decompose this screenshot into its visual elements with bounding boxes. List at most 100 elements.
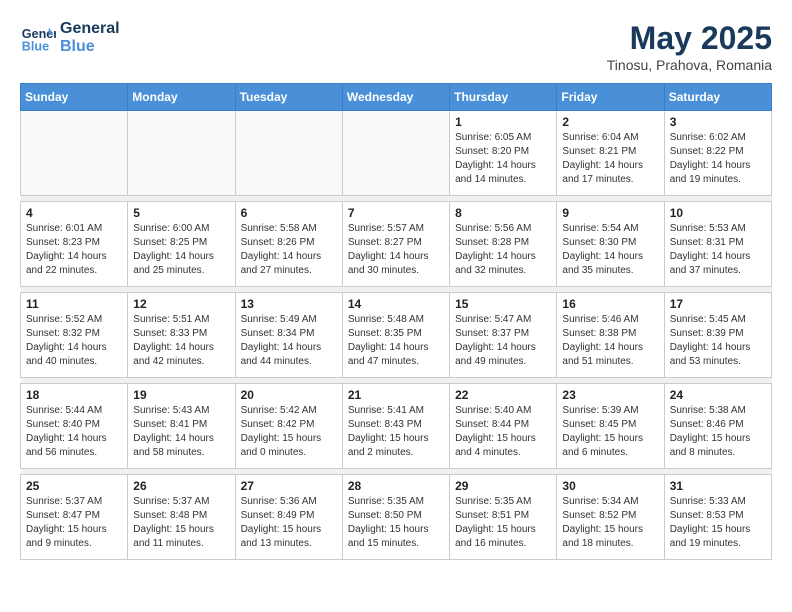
title-block: May 2025 Tinosu, Prahova, Romania — [607, 20, 772, 73]
calendar-cell: 17Sunrise: 5:45 AM Sunset: 8:39 PM Dayli… — [664, 293, 771, 378]
weekday-header-saturday: Saturday — [664, 84, 771, 111]
calendar-cell: 11 Sunrise: 5:52 AM Sunset: 8:32 PM Dayli… — [21, 293, 128, 378]
day-info: Sunrise: 5:33 AM Sunset: 8:53 PM Dayligh… — [670, 495, 766, 551]
logo-line1: General — [60, 20, 120, 38]
weekday-header-tuesday: Tuesday — [235, 84, 342, 111]
day-info: Sunrise: 5:37 AM Sunset: 8:47 PM Dayligh… — [26, 495, 122, 551]
day-number: 4 — [26, 206, 122, 220]
logo: General Blue General Blue — [20, 20, 120, 56]
weekday-header-sunday: Sunday — [21, 84, 128, 111]
day-info: Sunrise: 5:36 AM Sunset: 8:49 PM Dayligh… — [241, 495, 337, 551]
day-info: Sunrise: 6:05 AM Sunset: 8:20 PM Dayligh… — [455, 131, 551, 187]
calendar-cell: 18 Sunrise: 5:44 AM Sunset: 8:40 PM Dayli… — [21, 384, 128, 469]
day-info: Sunrise: 5:44 AM Sunset: 8:40 PM Dayligh… — [26, 404, 122, 460]
calendar-cell: 10Sunrise: 5:53 AM Sunset: 8:31 PM Dayli… — [664, 202, 771, 287]
week-row-4: 18 Sunrise: 5:44 AM Sunset: 8:40 PM Dayli… — [21, 384, 772, 469]
day-info: Sunrise: 5:54 AM Sunset: 8:30 PM Dayligh… — [562, 222, 658, 278]
calendar-cell — [128, 111, 235, 196]
day-number: 3 — [670, 115, 766, 129]
calendar-cell: 27 Sunrise: 5:36 AM Sunset: 8:49 PM Dayli… — [235, 475, 342, 560]
calendar-cell: 3 Sunrise: 6:02 AM Sunset: 8:22 PM Daylig… — [664, 111, 771, 196]
day-number: 26 — [133, 479, 229, 493]
day-info: Sunrise: 6:04 AM Sunset: 8:21 PM Dayligh… — [562, 131, 658, 187]
location: Tinosu, Prahova, Romania — [607, 57, 772, 73]
calendar-cell: 29Sunrise: 5:35 AM Sunset: 8:51 PM Dayli… — [450, 475, 557, 560]
day-number: 31 — [670, 479, 766, 493]
calendar-cell: 19 Sunrise: 5:43 AM Sunset: 8:41 PM Dayli… — [128, 384, 235, 469]
calendar-cell: 12 Sunrise: 5:51 AM Sunset: 8:33 PM Dayli… — [128, 293, 235, 378]
calendar-cell — [21, 111, 128, 196]
day-info: Sunrise: 5:37 AM Sunset: 8:48 PM Dayligh… — [133, 495, 229, 551]
calendar-cell: 31 Sunrise: 5:33 AM Sunset: 8:53 PM Dayli… — [664, 475, 771, 560]
calendar-cell: 30 Sunrise: 5:34 AM Sunset: 8:52 PM Dayli… — [557, 475, 664, 560]
day-number: 27 — [241, 479, 337, 493]
day-number: 11 — [26, 297, 122, 311]
calendar-cell: 2 Sunrise: 6:04 AM Sunset: 8:21 PM Daylig… — [557, 111, 664, 196]
day-info: Sunrise: 6:02 AM Sunset: 8:22 PM Dayligh… — [670, 131, 766, 187]
calendar-cell: 13 Sunrise: 5:49 AM Sunset: 8:34 PM Dayli… — [235, 293, 342, 378]
day-info: Sunrise: 5:35 AM Sunset: 8:50 PM Dayligh… — [348, 495, 444, 551]
day-number: 5 — [133, 206, 229, 220]
calendar-cell — [235, 111, 342, 196]
day-number: 6 — [241, 206, 337, 220]
calendar-cell: 5 Sunrise: 6:00 AM Sunset: 8:25 PM Daylig… — [128, 202, 235, 287]
day-number: 17 — [670, 297, 766, 311]
day-number: 15 — [455, 297, 551, 311]
calendar-cell: 7Sunrise: 5:57 AM Sunset: 8:27 PM Daylig… — [342, 202, 449, 287]
calendar-cell: 4 Sunrise: 6:01 AM Sunset: 8:23 PM Daylig… — [21, 202, 128, 287]
day-number: 14 — [348, 297, 444, 311]
day-number: 20 — [241, 388, 337, 402]
day-number: 25 — [26, 479, 122, 493]
day-info: Sunrise: 5:51 AM Sunset: 8:33 PM Dayligh… — [133, 313, 229, 369]
day-info: Sunrise: 5:52 AM Sunset: 8:32 PM Dayligh… — [26, 313, 122, 369]
day-info: Sunrise: 6:01 AM Sunset: 8:23 PM Dayligh… — [26, 222, 122, 278]
calendar-cell: 1 Sunrise: 6:05 AM Sunset: 8:20 PM Daylig… — [450, 111, 557, 196]
calendar-cell: 22Sunrise: 5:40 AM Sunset: 8:44 PM Dayli… — [450, 384, 557, 469]
week-row-5: 25 Sunrise: 5:37 AM Sunset: 8:47 PM Dayli… — [21, 475, 772, 560]
day-info: Sunrise: 5:56 AM Sunset: 8:28 PM Dayligh… — [455, 222, 551, 278]
day-number: 2 — [562, 115, 658, 129]
weekday-header-thursday: Thursday — [450, 84, 557, 111]
weekday-header-friday: Friday — [557, 84, 664, 111]
day-info: Sunrise: 5:48 AM Sunset: 8:35 PM Dayligh… — [348, 313, 444, 369]
weekday-header-row: SundayMondayTuesdayWednesdayThursdayFrid… — [21, 84, 772, 111]
calendar-cell: 26 Sunrise: 5:37 AM Sunset: 8:48 PM Dayli… — [128, 475, 235, 560]
day-number: 13 — [241, 297, 337, 311]
svg-text:Blue: Blue — [22, 40, 49, 54]
calendar: SundayMondayTuesdayWednesdayThursdayFrid… — [20, 83, 772, 560]
day-number: 30 — [562, 479, 658, 493]
day-info: Sunrise: 5:40 AM Sunset: 8:44 PM Dayligh… — [455, 404, 551, 460]
day-number: 24 — [670, 388, 766, 402]
calendar-cell: 8 Sunrise: 5:56 AM Sunset: 8:28 PM Daylig… — [450, 202, 557, 287]
page-header: General Blue General Blue May 2025 Tinos… — [20, 20, 772, 73]
month-year: May 2025 — [607, 20, 772, 57]
day-info: Sunrise: 5:43 AM Sunset: 8:41 PM Dayligh… — [133, 404, 229, 460]
week-row-3: 11 Sunrise: 5:52 AM Sunset: 8:32 PM Dayli… — [21, 293, 772, 378]
day-number: 8 — [455, 206, 551, 220]
calendar-cell: 28Sunrise: 5:35 AM Sunset: 8:50 PM Dayli… — [342, 475, 449, 560]
day-info: Sunrise: 6:00 AM Sunset: 8:25 PM Dayligh… — [133, 222, 229, 278]
logo-line2: Blue — [60, 38, 120, 56]
day-info: Sunrise: 5:34 AM Sunset: 8:52 PM Dayligh… — [562, 495, 658, 551]
calendar-cell: 25 Sunrise: 5:37 AM Sunset: 8:47 PM Dayli… — [21, 475, 128, 560]
day-info: Sunrise: 5:49 AM Sunset: 8:34 PM Dayligh… — [241, 313, 337, 369]
calendar-cell: 24Sunrise: 5:38 AM Sunset: 8:46 PM Dayli… — [664, 384, 771, 469]
day-number: 16 — [562, 297, 658, 311]
day-number: 12 — [133, 297, 229, 311]
calendar-cell: 6Sunrise: 5:58 AM Sunset: 8:26 PM Daylig… — [235, 202, 342, 287]
day-number: 1 — [455, 115, 551, 129]
week-row-2: 4 Sunrise: 6:01 AM Sunset: 8:23 PM Daylig… — [21, 202, 772, 287]
day-info: Sunrise: 5:46 AM Sunset: 8:38 PM Dayligh… — [562, 313, 658, 369]
logo-icon: General Blue — [20, 20, 56, 56]
calendar-cell: 20Sunrise: 5:42 AM Sunset: 8:42 PM Dayli… — [235, 384, 342, 469]
calendar-cell: 14 Sunrise: 5:48 AM Sunset: 8:35 PM Dayli… — [342, 293, 449, 378]
day-number: 21 — [348, 388, 444, 402]
day-number: 19 — [133, 388, 229, 402]
day-number: 9 — [562, 206, 658, 220]
day-number: 7 — [348, 206, 444, 220]
day-number: 18 — [26, 388, 122, 402]
weekday-header-monday: Monday — [128, 84, 235, 111]
calendar-cell: 21Sunrise: 5:41 AM Sunset: 8:43 PM Dayli… — [342, 384, 449, 469]
day-info: Sunrise: 5:39 AM Sunset: 8:45 PM Dayligh… — [562, 404, 658, 460]
week-row-1: 1 Sunrise: 6:05 AM Sunset: 8:20 PM Daylig… — [21, 111, 772, 196]
